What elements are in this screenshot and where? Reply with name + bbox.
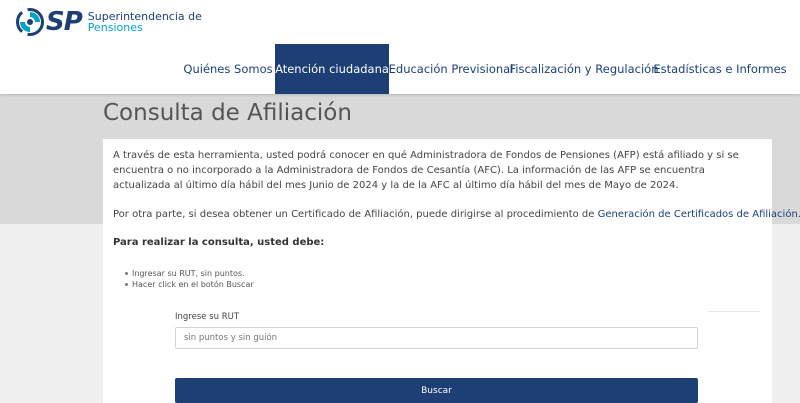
- logo-wordmark: Superintendencia de Pensiones: [88, 11, 202, 33]
- nav-item-fiscalizacion-regulacion[interactable]: Fiscalización y Regulación: [510, 44, 659, 94]
- instruction-step: Ingresar su RUT, sin puntos.: [125, 268, 254, 279]
- divider: [708, 311, 760, 312]
- nav-item-quienes-somos[interactable]: Quiénes Somos: [182, 44, 274, 94]
- logo-line-2: Pensiones: [87, 21, 143, 34]
- rut-input[interactable]: [175, 327, 698, 349]
- logo-abbreviation: SP: [46, 7, 83, 37]
- certificate-paragraph: Por otra parte, si desea obtener un Cert…: [113, 207, 800, 222]
- instructions-heading: Para realizar la consulta, usted debe:: [113, 237, 325, 248]
- instructions-list: Ingresar su RUT, sin puntos. Hacer click…: [125, 268, 254, 290]
- certificate-link[interactable]: Generación de Certificados de Afiliación: [598, 209, 798, 220]
- site-logo[interactable]: SP Superintendencia de Pensiones: [16, 7, 202, 37]
- nav-item-atencion-ciudadana[interactable]: Atención ciudadana: [275, 44, 389, 94]
- page-title: Consulta de Afiliación: [103, 100, 352, 126]
- instruction-step: Hacer click en el botón Buscar: [125, 279, 254, 290]
- search-button[interactable]: Buscar: [175, 378, 698, 403]
- spiral-logo-icon: [16, 8, 44, 36]
- site-header: SP Superintendencia de Pensiones Quiénes…: [0, 0, 800, 94]
- main-navigation: Quiénes Somos Atención ciudadana Educaci…: [0, 44, 800, 94]
- intro-paragraph: A través de esta herramienta, usted podr…: [113, 150, 739, 191]
- certificate-text: Por otra parte, si desea obtener un Cert…: [113, 209, 598, 220]
- content-card: A través de esta herramienta, usted podr…: [103, 139, 800, 403]
- nav-item-estadisticas-informes[interactable]: Estadísticas e Informes: [653, 44, 786, 94]
- rut-label: Ingrese su RUT: [175, 312, 240, 322]
- nav-item-educacion-previsional[interactable]: Educación Previsional: [389, 44, 514, 94]
